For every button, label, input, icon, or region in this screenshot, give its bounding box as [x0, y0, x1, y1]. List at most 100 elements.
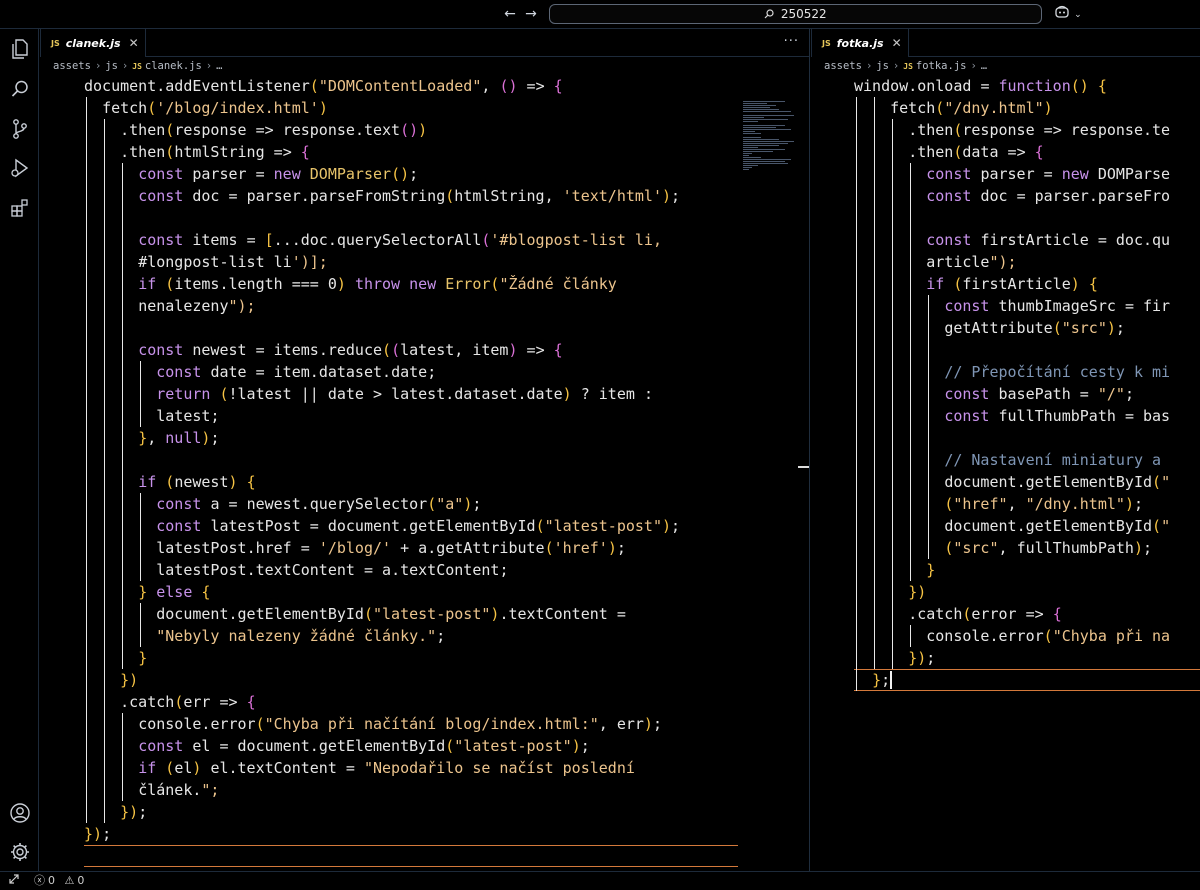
code-line[interactable]: const a = newest.querySelector("a"); — [84, 493, 481, 515]
code-line[interactable]: }) — [854, 581, 926, 603]
files-icon[interactable] — [7, 36, 32, 61]
close-icon[interactable]: ✕ — [129, 36, 139, 50]
minimap-line — [743, 121, 758, 122]
error-count: 0 — [48, 874, 55, 887]
code-line[interactable]: console.error("Chyba při načítání blog/i… — [84, 713, 662, 735]
code-line[interactable]: .catch(error => { — [854, 603, 1062, 625]
arrow-right-icon[interactable]: → — [522, 5, 540, 23]
code-line[interactable]: latestPost.textContent = a.textContent; — [84, 559, 508, 581]
copilot-icon[interactable]: ⌄ — [1054, 5, 1084, 23]
breadcrumb-item[interactable]: js — [105, 60, 118, 72]
code-line[interactable]: if (items.length === 0) throw new Error(… — [84, 273, 617, 295]
code-line[interactable]: const latestPost = document.getElementBy… — [84, 515, 680, 537]
code-line[interactable]: ("href", "/dny.html"); — [854, 493, 1143, 515]
code-line[interactable]: } else { — [84, 581, 210, 603]
minimap-line — [743, 145, 779, 146]
code-line[interactable]: const thumbImageSrc = fir — [854, 295, 1170, 317]
breadcrumb-item[interactable]: … — [981, 60, 987, 72]
breadcrumb-item[interactable]: assets — [824, 60, 862, 72]
code-line[interactable]: const parser = new DOMParse — [854, 163, 1170, 185]
code-line[interactable]: #longpost-list li')]; — [84, 251, 328, 273]
breadcrumb-item[interactable]: js — [876, 60, 889, 72]
source-control-icon[interactable] — [7, 116, 32, 141]
code-line[interactable]: // Přepočítání cesty k mi — [854, 361, 1170, 383]
code-line[interactable]: .then(data => { — [854, 141, 1043, 163]
code-line[interactable]: "Nebyly nalezeny žádné články."; — [84, 625, 445, 647]
tab-label: clanek.js — [65, 36, 121, 50]
code-line[interactable]: nenalezeny"); — [84, 295, 255, 317]
search-icon[interactable] — [7, 76, 32, 101]
problems-indicator[interactable]: ⓧ 0 ⚠ 0 — [34, 872, 87, 890]
code-line[interactable]: const doc = parser.parseFromString(htmlS… — [84, 185, 680, 207]
tab-fotka-js[interactable]: JS fotka.js ✕ — [811, 29, 909, 57]
code-line[interactable]: console.error("Chyba při na — [854, 625, 1170, 647]
code-line[interactable]: .then(htmlString => { — [84, 141, 310, 163]
extensions-icon[interactable] — [7, 195, 32, 220]
code-line[interactable]: const doc = parser.parseFro — [854, 185, 1170, 207]
indent-guide — [910, 163, 911, 581]
code-line[interactable]: if (el) el.textContent = "Nepodařilo se … — [84, 757, 635, 779]
code-line[interactable]: const fullThumbPath = bas — [854, 405, 1170, 427]
code-line[interactable]: const basePath = "/"; — [854, 383, 1134, 405]
code-line[interactable]: article"); — [854, 251, 1016, 273]
code-line[interactable]: if (firstArticle) { — [854, 273, 1098, 295]
close-icon[interactable]: ✕ — [892, 36, 902, 50]
gear-icon[interactable] — [7, 839, 32, 864]
minimap-line — [743, 169, 749, 170]
code-line[interactable]: document.addEventListener("DOMContentLoa… — [84, 75, 563, 97]
code-editor[interactable]: window.onload = function() { fetch("/dny… — [811, 75, 1200, 871]
code-line[interactable]: }; — [854, 669, 890, 691]
overview-ruler-marker — [798, 466, 809, 468]
chevron-right-icon: › — [892, 60, 900, 72]
more-actions-button[interactable]: ··· — [784, 34, 799, 49]
minimap-line — [743, 165, 758, 166]
code-line[interactable]: fetch('/blog/index.html') — [84, 97, 328, 119]
code-line[interactable]: } — [854, 559, 935, 581]
code-line[interactable]: fetch("/dny.html") — [854, 97, 1053, 119]
code-line[interactable]: const el = document.getElementById("late… — [84, 735, 590, 757]
title-bar: ← → 250522 ⌄ — [0, 0, 1200, 29]
code-line[interactable]: .catch(err => { — [84, 691, 255, 713]
breadcrumb-item[interactable]: fotka.js — [916, 60, 967, 72]
code-line[interactable]: return (!latest || date > latest.dataset… — [84, 383, 653, 405]
code-line[interactable]: }) — [84, 669, 138, 691]
code-line[interactable]: .then(response => response.te — [854, 119, 1170, 141]
code-line[interactable]: }); — [854, 647, 935, 669]
code-line[interactable]: ("src", fullThumbPath); — [854, 537, 1152, 559]
minimap-line — [743, 115, 794, 116]
code-line[interactable]: latestPost.href = '/blog/' + a.getAttrib… — [84, 537, 626, 559]
minimap-line — [743, 143, 788, 144]
code-line[interactable]: const date = item.dataset.date; — [84, 361, 436, 383]
code-editor[interactable]: document.addEventListener("DOMContentLoa… — [40, 75, 809, 871]
code-line[interactable]: // Nastavení miniatury a — [854, 449, 1161, 471]
breadcrumb: assets › js › JS clanek.js ›… — [40, 58, 809, 75]
code-line[interactable]: window.onload = function() { — [854, 75, 1107, 97]
command-center-search[interactable]: 250522 — [549, 4, 1042, 24]
code-line[interactable]: const parser = new DOMParser(); — [84, 163, 418, 185]
minimap-line — [743, 109, 779, 110]
code-line[interactable]: } — [84, 647, 147, 669]
run-debug-icon[interactable] — [7, 155, 32, 180]
code-line[interactable]: }); — [84, 823, 111, 845]
tab-clanek-js[interactable]: JS clanek.js ✕ — [40, 29, 146, 57]
breadcrumb-item[interactable]: clanek.js — [145, 60, 202, 72]
code-line[interactable]: getAttribute("src"); — [854, 317, 1125, 339]
chevron-right-icon: › — [970, 60, 977, 72]
code-line[interactable]: }); — [84, 801, 147, 823]
breadcrumb-item[interactable]: … — [216, 60, 222, 72]
code-line[interactable]: const firstArticle = doc.qu — [854, 229, 1170, 251]
remote-icon[interactable] — [6, 873, 22, 889]
code-line[interactable]: document.getElementById("latest-post").t… — [84, 603, 626, 625]
chevron-right-icon: › — [121, 60, 129, 72]
code-line[interactable]: if (newest) { — [84, 471, 255, 493]
minimap[interactable] — [743, 101, 803, 170]
code-line[interactable]: document.getElementById(" — [854, 471, 1170, 493]
code-line[interactable]: const items = [...doc.querySelectorAll('… — [84, 229, 662, 251]
code-line[interactable]: .then(response => response.text()) — [84, 119, 427, 141]
account-icon[interactable] — [7, 800, 32, 825]
breadcrumb-item[interactable]: assets — [53, 60, 91, 72]
indent-guide — [122, 713, 123, 801]
code-line[interactable]: document.getElementById(" — [854, 515, 1170, 537]
code-line[interactable]: const newest = items.reduce((latest, ite… — [84, 339, 562, 361]
arrow-left-icon[interactable]: ← — [501, 5, 519, 23]
